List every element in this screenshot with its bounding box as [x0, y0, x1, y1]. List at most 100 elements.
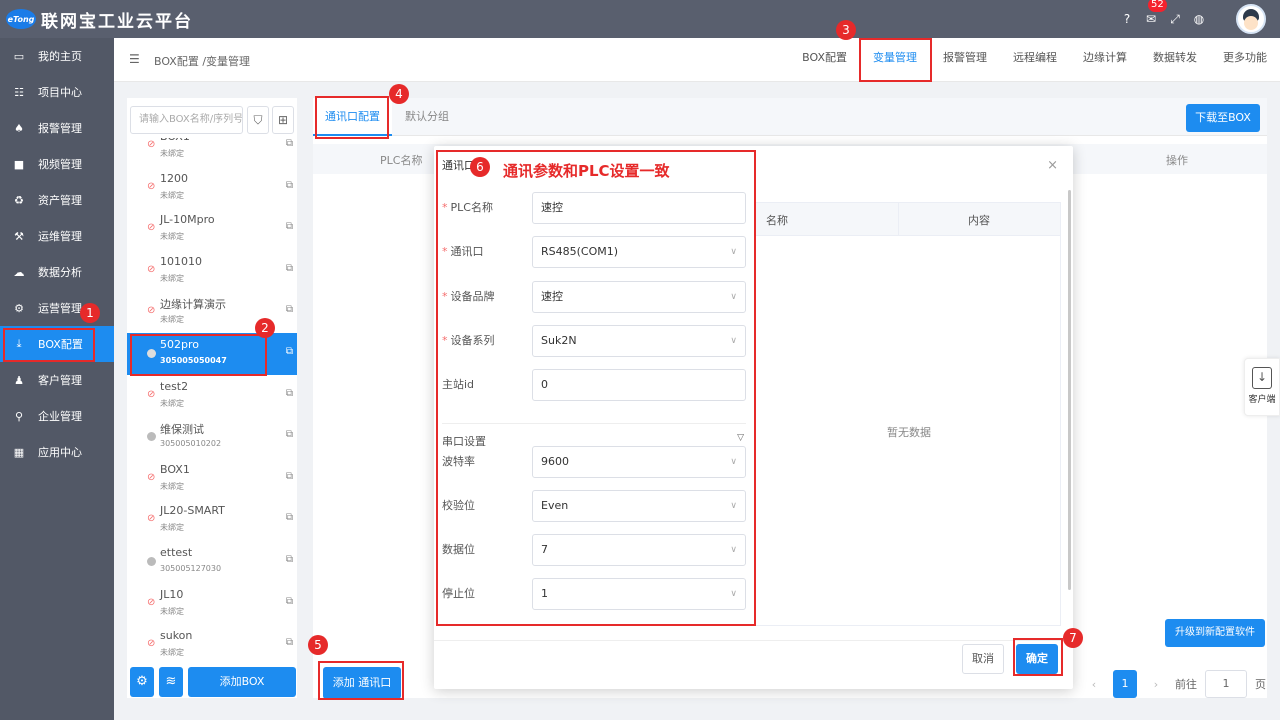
header-tab[interactable]: 报警管理 [930, 38, 1000, 82]
text-field[interactable]: 0 [532, 369, 746, 401]
prev-page-icon[interactable]: ‹ [1083, 678, 1105, 691]
box-list-item[interactable]: ⊘ 边缘计算演示 未绑定 ⧉ [127, 291, 297, 333]
box-list-item[interactable]: ⊘ 1200 未绑定 ⧉ [127, 167, 297, 209]
add-box-button[interactable]: 添加BOX [188, 667, 296, 697]
sidebar-item[interactable]: ■ 视频管理 [0, 146, 114, 182]
empty-state: 暂无数据 [887, 426, 931, 439]
box-list-item[interactable]: ⊘ BOX1 未绑定 ⧉ [127, 458, 297, 500]
sidebar-item[interactable]: ▦ 应用中心 [0, 434, 114, 470]
sidebar-item[interactable]: ▭ 我的主页 [0, 38, 114, 74]
sidebar-item-label: 运维管理 [38, 230, 82, 243]
copy-icon[interactable]: ⧉ [286, 138, 293, 149]
box-list-item[interactable]: ⊘ test2 未绑定 ⧉ [127, 375, 297, 417]
box-name: 1200 [160, 171, 188, 185]
header-tab[interactable]: 边缘计算 [1070, 38, 1140, 82]
select-field[interactable]: 1 ∨ [532, 578, 746, 610]
field-label: 主站id [442, 376, 474, 392]
field-value: 速控 [541, 290, 563, 303]
copy-icon[interactable]: ⧉ [286, 221, 293, 232]
box-list-item[interactable]: ⊘ JL20-SMART 未绑定 ⧉ [127, 499, 297, 541]
box-list-item[interactable]: 502pro 305005050047 ⧉ [127, 332, 297, 375]
box-name: BOX1 [160, 138, 190, 143]
copy-icon[interactable]: ⧉ [286, 596, 293, 607]
sidebar-item[interactable]: ☁ 数据分析 [0, 254, 114, 290]
header-tab[interactable]: 变量管理 [860, 38, 930, 82]
box-list-item[interactable]: ⊘ BOX1 未绑定 ⧉ [127, 138, 297, 167]
client-download-button[interactable]: ↓ 客户端 [1244, 358, 1280, 416]
sidebar-item[interactable]: ⤓ BOX配置 [0, 326, 114, 362]
sitemap-icon: ⚲ [14, 409, 24, 423]
sidebar-item[interactable]: ⚒ 运维管理 [0, 218, 114, 254]
page-number[interactable]: 1 [1113, 670, 1137, 698]
select-field[interactable]: RS485(COM1) ∨ [532, 236, 746, 268]
copy-icon[interactable]: ⧉ [286, 512, 293, 523]
select-field[interactable]: 速控 ∨ [532, 281, 746, 313]
sidebar-item[interactable]: ♠ 报警管理 [0, 110, 114, 146]
fullscreen-icon[interactable]: ⤢ [1168, 12, 1182, 27]
chevron-down-icon: ∨ [730, 501, 737, 511]
avatar[interactable] [1236, 4, 1266, 34]
chevron-down-icon: ∨ [730, 292, 737, 302]
box-list-item[interactable]: ⊘ 101010 未绑定 ⧉ [127, 250, 297, 292]
copy-icon[interactable]: ⧉ [286, 263, 293, 274]
copy-icon[interactable]: ⧉ [286, 346, 293, 357]
copy-icon[interactable]: ⧉ [286, 304, 293, 315]
client-label: 客户端 [1248, 395, 1276, 405]
download-to-box-button[interactable]: 下载至BOX [1186, 104, 1260, 132]
tab-port-config[interactable]: 通讯口配置 [313, 98, 392, 136]
sidebar-item[interactable]: ⚲ 企业管理 [0, 398, 114, 434]
form-row: 数据位 7 ∨ [434, 534, 754, 566]
sidebar-item[interactable]: ⚙ 运营管理 [0, 290, 114, 326]
close-icon[interactable]: × [1047, 158, 1058, 173]
globe-icon[interactable]: ◍ [1192, 12, 1206, 26]
add-folder-icon[interactable]: ⊞ [272, 106, 294, 134]
cancel-button[interactable]: 取消 [962, 644, 1004, 674]
copy-icon[interactable]: ⧉ [286, 471, 293, 482]
box-list-item[interactable]: ⊘ sukon 未绑定 ⧉ [127, 624, 297, 660]
bell-icon: ♠ [14, 121, 24, 135]
header-tab[interactable]: 数据转发 [1140, 38, 1210, 82]
box-list-item[interactable]: ⊘ JL-10Mpro 未绑定 ⧉ [127, 208, 297, 250]
menu-toggle-icon[interactable]: ☰ [129, 52, 140, 66]
box-serial: 未绑定 [160, 481, 184, 491]
settings-icon[interactable]: ⚙ [130, 667, 154, 697]
copy-icon[interactable]: ⧉ [286, 429, 293, 440]
sidebar-item[interactable]: ♟ 客户管理 [0, 362, 114, 398]
copy-icon[interactable]: ⧉ [286, 388, 293, 399]
select-field[interactable]: 7 ∨ [532, 534, 746, 566]
box-list-item[interactable]: ⊘ JL10 未绑定 ⧉ [127, 583, 297, 625]
copy-icon[interactable]: ⧉ [286, 554, 293, 565]
text-field[interactable]: 速控 [532, 192, 746, 224]
copy-icon[interactable]: ⧉ [286, 180, 293, 191]
copy-icon[interactable]: ⧉ [286, 637, 293, 648]
goto-page-input[interactable]: 1 [1205, 670, 1247, 698]
confirm-button[interactable]: 确定 [1016, 644, 1058, 674]
unbound-link-icon: ⊘ [147, 388, 156, 400]
header-tab[interactable]: BOX配置 [789, 38, 860, 82]
form-row: * 通讯口 RS485(COM1) ∨ [434, 236, 754, 268]
mail-icon[interactable]: ✉ [1144, 12, 1158, 26]
select-field[interactable]: 9600 ∨ [532, 446, 746, 478]
help-icon[interactable]: ? [1120, 12, 1134, 26]
filter-icon[interactable]: ⛉ [247, 106, 269, 134]
dialog-scrollbar[interactable] [1068, 190, 1071, 590]
box-list-item[interactable]: ettest 305005127030 ⧉ [127, 541, 297, 583]
box-list-item[interactable]: 维保测试 305005010202 ⧉ [127, 416, 297, 458]
add-port-button[interactable]: 添加 通讯口 [323, 667, 401, 699]
field-label: * 设备系列 [442, 332, 495, 348]
next-page-icon[interactable]: › [1145, 678, 1167, 691]
select-field[interactable]: Even ∨ [532, 490, 746, 522]
upgrade-software-button[interactable]: 升级到新配置软件 [1165, 619, 1265, 647]
tab-default-group[interactable]: 默认分组 [405, 98, 449, 136]
serial-settings-header[interactable]: 串口设置 ▽ [442, 423, 746, 448]
box-search-input[interactable]: 请输入BOX名称/序列号 [130, 106, 243, 134]
column-actions: 操作 [1166, 154, 1188, 167]
sidebar-item[interactable]: ☷ 项目中心 [0, 74, 114, 110]
header-tab[interactable]: 远程编程 [1000, 38, 1070, 82]
wifi-off-icon[interactable]: ≋ [159, 667, 183, 697]
field-label: 停止位 [442, 587, 475, 600]
header-tab[interactable]: 更多功能 [1210, 38, 1280, 82]
sidebar-item[interactable]: ♻ 资产管理 [0, 182, 114, 218]
unbound-link-icon: ⊘ [147, 139, 156, 150]
select-field[interactable]: Suk2N ∨ [532, 325, 746, 357]
